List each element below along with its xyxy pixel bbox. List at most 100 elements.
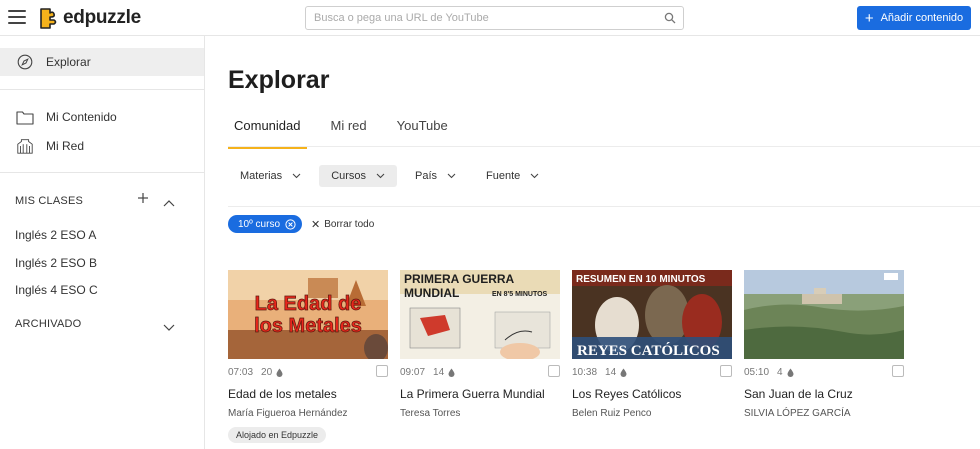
question-count: 20	[261, 366, 273, 378]
question-count: 14	[433, 366, 445, 378]
tab-bar: Comunidad Mi red YouTube	[228, 118, 472, 149]
video-thumbnail[interactable]: RESUMEN EN 10 MINUTOS REYES CATÓLICOS	[572, 270, 732, 359]
tabs-divider	[228, 146, 980, 147]
divider	[0, 172, 204, 173]
building-icon	[16, 137, 34, 155]
chevron-down-icon	[292, 173, 301, 179]
filter-label: Cursos	[331, 170, 367, 182]
sidebar-item-explore[interactable]: Explorar	[0, 48, 204, 76]
video-author: María Figueroa Hernández	[228, 408, 348, 419]
class-item[interactable]: Inglés 2 ESO B	[15, 256, 97, 270]
duration: 09:07	[400, 366, 426, 378]
clear-all-label: Borrar todo	[324, 218, 375, 230]
add-class-icon[interactable]	[137, 191, 149, 209]
video-thumbnail[interactable]: PRIMERA GUERRA MUNDIAL EN 8'5 MINUTOS	[400, 270, 560, 359]
video-title[interactable]: Los Reyes Católicos	[572, 387, 732, 401]
svg-text:EN 8'5 MINUTOS: EN 8'5 MINUTOS	[492, 291, 548, 298]
chevron-down-icon[interactable]	[163, 319, 175, 337]
video-author: Belen Ruiz Penco	[572, 408, 652, 419]
sidebar-item-label: Mi Red	[46, 139, 85, 153]
logo[interactable]: edpuzzle	[38, 5, 141, 31]
chip-label: 10º curso	[238, 218, 281, 230]
chevron-down-icon	[376, 173, 385, 179]
divider	[0, 89, 204, 90]
svg-text:REYES CATÓLICOS: REYES CATÓLICOS	[577, 342, 720, 359]
filters-divider	[228, 206, 980, 207]
tab-my-network[interactable]: Mi red	[325, 118, 373, 148]
hosted-badge: Alojado en Edpuzzle	[228, 427, 327, 443]
svg-text:los Metales: los Metales	[254, 315, 362, 337]
close-circle-icon[interactable]	[285, 218, 296, 230]
chevron-down-icon	[447, 173, 456, 179]
sidebar-item-label: Explorar	[46, 55, 91, 69]
video-meta: 05:10 4	[744, 365, 904, 379]
question-drop-icon	[276, 368, 283, 377]
close-icon: ✕	[311, 218, 321, 231]
duration: 07:03	[228, 366, 254, 378]
video-card: RESUMEN EN 10 MINUTOS REYES CATÓLICOS 10…	[572, 270, 732, 419]
svg-text:RESUMEN EN 10 MINUTOS: RESUMEN EN 10 MINUTOS	[576, 274, 706, 285]
logo-text: edpuzzle	[63, 7, 141, 28]
question-count: 4	[777, 366, 783, 378]
video-card: La Edad de los Metales 07:03 20 Edad de …	[228, 270, 388, 443]
svg-text:MUNDIAL: MUNDIAL	[404, 286, 459, 300]
plus-icon: +	[864, 9, 874, 27]
filter-country[interactable]: País	[403, 165, 468, 187]
video-meta: 09:07 14	[400, 365, 560, 379]
active-filters: 10º curso ✕ Borrar todo	[228, 215, 374, 233]
question-drop-icon	[620, 368, 627, 377]
select-checkbox[interactable]	[548, 365, 560, 377]
video-title[interactable]: La Primera Guerra Mundial	[400, 387, 560, 401]
question-drop-icon	[787, 368, 794, 377]
clear-all-button[interactable]: ✕ Borrar todo	[311, 218, 374, 231]
class-item[interactable]: Inglés 4 ESO C	[15, 283, 98, 297]
video-title[interactable]: Edad de los metales	[228, 387, 388, 401]
filter-label: Fuente	[486, 170, 521, 182]
filter-label: País	[415, 170, 438, 182]
filter-grades[interactable]: Cursos	[319, 165, 398, 187]
question-count: 14	[605, 366, 617, 378]
top-bar: edpuzzle + Añadir contenido	[0, 0, 980, 36]
select-checkbox[interactable]	[720, 365, 732, 377]
sidebar-item-my-network[interactable]: Mi Red	[0, 132, 204, 160]
video-title[interactable]: San Juan de la Cruz	[744, 387, 904, 401]
add-content-label: Añadir contenido	[880, 12, 964, 24]
sidebar: Explorar Mi Contenido Mi Red MIS CLASES …	[0, 36, 205, 449]
video-thumbnail[interactable]: La Edad de los Metales	[228, 270, 388, 359]
class-item[interactable]: Inglés 2 ESO A	[15, 228, 96, 242]
filter-subjects[interactable]: Materias	[228, 165, 313, 187]
search-icon[interactable]	[664, 12, 676, 24]
search-input[interactable]	[306, 7, 646, 29]
filter-chip[interactable]: 10º curso	[228, 215, 303, 233]
chevron-down-icon	[530, 173, 539, 179]
select-checkbox[interactable]	[892, 365, 904, 377]
sidebar-item-label: Mi Contenido	[46, 110, 117, 124]
archived-section-title[interactable]: ARCHIVADO	[15, 318, 81, 330]
svg-text:La Edad de: La Edad de	[255, 293, 362, 315]
question-drop-icon	[448, 368, 455, 377]
classes-section-title: MIS CLASES	[15, 195, 84, 207]
video-meta: 10:38 14	[572, 365, 732, 379]
tab-community[interactable]: Comunidad	[228, 118, 307, 149]
select-checkbox[interactable]	[376, 365, 388, 377]
video-meta: 07:03 20	[228, 365, 388, 379]
edpuzzle-logo-icon	[40, 8, 57, 29]
sidebar-item-my-content[interactable]: Mi Contenido	[0, 103, 204, 131]
video-card: PRIMERA GUERRA MUNDIAL EN 8'5 MINUTOS 09…	[400, 270, 560, 419]
duration: 10:38	[572, 366, 598, 378]
search-box	[305, 6, 684, 30]
video-thumbnail[interactable]	[744, 270, 904, 359]
page-title: Explorar	[228, 66, 330, 94]
main-content: Explorar Comunidad Mi red YouTube Materi…	[206, 36, 980, 449]
svg-text:PRIMERA GUERRA: PRIMERA GUERRA	[404, 272, 515, 286]
add-content-button[interactable]: + Añadir contenido	[857, 6, 971, 30]
filter-source[interactable]: Fuente	[474, 165, 551, 187]
video-author: SILVIA LÓPEZ GARCÍA	[744, 408, 851, 419]
chevron-up-icon[interactable]	[163, 194, 175, 212]
duration: 05:10	[744, 366, 770, 378]
compass-icon	[16, 53, 34, 71]
video-card: 05:10 4 San Juan de la Cruz SILVIA LÓPEZ…	[744, 270, 904, 419]
folder-icon	[16, 108, 34, 126]
menu-icon[interactable]	[8, 10, 26, 24]
tab-youtube[interactable]: YouTube	[391, 118, 454, 148]
